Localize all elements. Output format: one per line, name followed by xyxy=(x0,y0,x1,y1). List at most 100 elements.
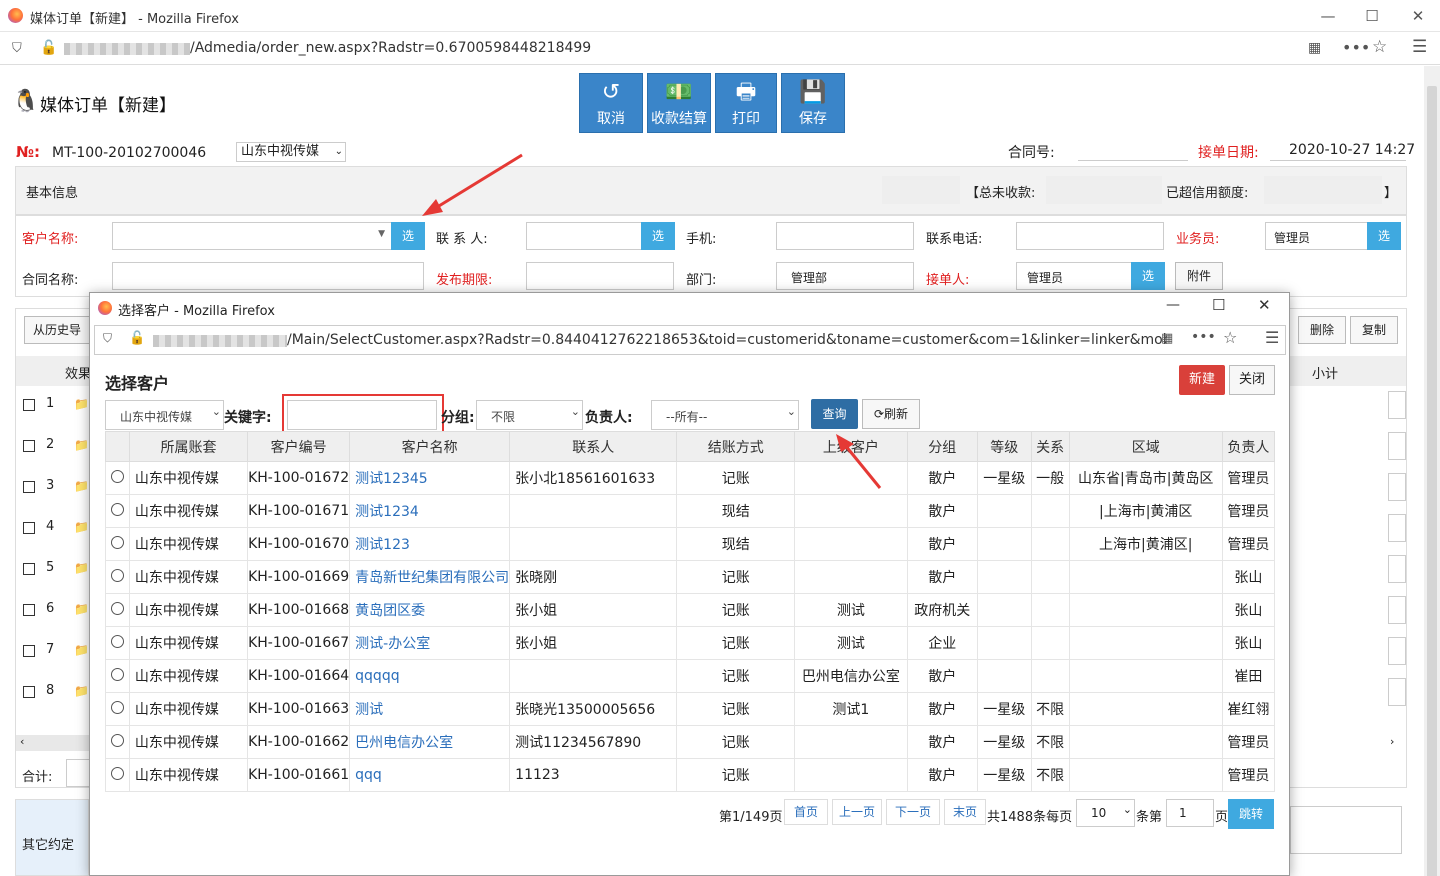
folder-icon[interactable]: 📁 xyxy=(74,602,89,616)
cell-name[interactable]: 测试123 xyxy=(349,527,511,561)
row-radio[interactable] xyxy=(110,766,124,780)
outer-url-bar[interactable]: ⛉ 🔓 /Admedia/order_new.aspx?Radstr=0.670… xyxy=(0,33,1440,65)
row-radio-cell[interactable] xyxy=(105,494,130,528)
receiver-input[interactable]: 管理员 xyxy=(1016,262,1132,290)
maximize-icon[interactable]: ☐ xyxy=(1362,6,1382,26)
popup-minimize-icon[interactable]: — xyxy=(1166,297,1180,313)
qr-code-icon[interactable]: ▦ xyxy=(1308,40,1321,56)
dept-select[interactable]: 管理部 xyxy=(776,262,914,290)
folder-icon[interactable]: 📁 xyxy=(74,397,89,411)
menu-icon[interactable]: ☰ xyxy=(1265,328,1279,347)
owner-select[interactable]: --所有-- ⌄ xyxy=(651,400,799,430)
save-button[interactable]: 💾 保存 xyxy=(781,73,845,133)
row-input[interactable] xyxy=(1388,555,1406,583)
row-checkbox[interactable] xyxy=(23,399,35,411)
row-checkbox[interactable] xyxy=(23,563,35,575)
customer-row[interactable]: 山东中视传媒 KH-100-01663 测试 张晓光13500005656 记账 测试1 散… xyxy=(105,692,1276,726)
history-import-button[interactable]: 从历史导 xyxy=(24,316,90,344)
row-radio-cell[interactable] xyxy=(105,725,130,759)
column-header[interactable]: 负责人 xyxy=(1221,431,1276,462)
row-radio[interactable] xyxy=(110,568,124,582)
shield-icon[interactable]: ⛉ xyxy=(12,41,22,56)
row-radio[interactable] xyxy=(110,469,124,483)
mobile-input[interactable] xyxy=(776,222,914,250)
row-radio-cell[interactable] xyxy=(105,560,130,594)
refresh-button[interactable]: ⟳刷新 xyxy=(862,399,920,429)
contract-no-input[interactable] xyxy=(1078,160,1188,161)
minimize-icon[interactable]: — xyxy=(1318,6,1338,26)
sales-select-button[interactable]: 选 xyxy=(1367,222,1401,250)
company-filter-select[interactable]: 山东中视传媒 ⌄ xyxy=(105,400,224,430)
cell-name[interactable]: 青岛新世纪集团有限公司 xyxy=(349,560,511,594)
scroll-right-icon[interactable]: › xyxy=(1390,735,1394,748)
prev-page-button[interactable]: 上一页 xyxy=(832,799,882,825)
row-radio-cell[interactable] xyxy=(105,758,130,792)
folder-icon[interactable]: 📁 xyxy=(74,479,89,493)
h-scrollbar[interactable]: ‹ xyxy=(16,735,90,751)
scroll-thumb[interactable] xyxy=(1427,86,1437,876)
row-input[interactable] xyxy=(1388,514,1406,542)
cell-name[interactable]: 巴州电信办公室 xyxy=(349,725,511,759)
jump-button[interactable]: 跳转 xyxy=(1228,799,1274,829)
new-button[interactable]: 新建 xyxy=(1179,365,1225,395)
copy-button[interactable]: 复制 xyxy=(1350,316,1398,344)
column-header[interactable]: 所属账套 xyxy=(128,431,249,462)
contact-select-button[interactable]: 选 xyxy=(641,222,675,250)
folder-icon[interactable]: 📁 xyxy=(74,643,89,657)
delete-button[interactable]: 删除 xyxy=(1298,316,1346,344)
row-input[interactable] xyxy=(1388,678,1406,706)
column-header[interactable]: 分组 xyxy=(906,431,978,462)
row-radio[interactable] xyxy=(110,700,124,714)
customer-row[interactable]: 山东中视传媒 KH-100-01672 测试12345 张小北18561601633 记… xyxy=(105,461,1276,495)
cell-name[interactable]: 测试 xyxy=(349,692,511,726)
row-input[interactable] xyxy=(1388,637,1406,665)
row-checkbox[interactable] xyxy=(23,481,35,493)
row-radio-cell[interactable] xyxy=(105,659,130,693)
insecure-lock-icon[interactable]: 🔓 xyxy=(40,40,57,56)
page-size-select[interactable]: 10 ⌄ xyxy=(1076,799,1135,827)
contact-input[interactable] xyxy=(526,222,642,250)
more-icon[interactable]: ••• xyxy=(1342,38,1370,57)
cell-name[interactable]: 测试-办公室 xyxy=(349,626,511,660)
row-radio-cell[interactable] xyxy=(105,692,130,726)
customer-row[interactable]: 山东中视传媒 KH-100-01671 测试1234 现结 散户 |上海市|黄浦区 管理员 xyxy=(105,494,1276,528)
folder-icon[interactable]: 📁 xyxy=(74,684,89,698)
popup-url-bar[interactable]: ⛉ 🔓 /Main/SelectCustomer.aspx?Radstr=0.8… xyxy=(94,325,1286,355)
row-checkbox[interactable] xyxy=(23,522,35,534)
row-checkbox[interactable] xyxy=(23,604,35,616)
row-checkbox[interactable] xyxy=(23,645,35,657)
popup-close-icon[interactable]: ✕ xyxy=(1258,296,1271,314)
contract-name-input[interactable] xyxy=(112,262,424,290)
folder-icon[interactable]: 📁 xyxy=(74,561,89,575)
insecure-lock-icon[interactable]: 🔓 xyxy=(129,331,145,346)
bookmark-star-icon[interactable]: ☆ xyxy=(1223,328,1237,347)
receiver-select-button[interactable]: 选 xyxy=(1131,262,1165,290)
row-input[interactable] xyxy=(1388,391,1406,419)
column-header[interactable]: 等级 xyxy=(976,431,1032,462)
more-icon[interactable]: ••• xyxy=(1191,329,1216,345)
cell-name[interactable]: 测试1234 xyxy=(349,494,511,528)
cell-name[interactable]: 黄岛团区委 xyxy=(349,593,511,627)
column-header[interactable]: 客户名称 xyxy=(349,431,511,462)
customer-row[interactable]: 山东中视传媒 KH-100-01662 巴州电信办公室 测试11234567890 记账… xyxy=(105,725,1276,759)
total-input[interactable] xyxy=(66,759,90,787)
shield-icon[interactable]: ⛉ xyxy=(103,331,112,346)
menu-icon[interactable]: ☰ xyxy=(1412,37,1427,57)
attachment-button[interactable]: 附件 xyxy=(1175,262,1223,290)
scroll-left-icon[interactable]: ‹ xyxy=(20,735,24,748)
close-icon[interactable]: ✕ xyxy=(1408,6,1428,26)
row-radio[interactable] xyxy=(110,535,124,549)
customer-row[interactable]: 山东中视传媒 KH-100-01667 测试-办公室 张小姐 记账 测试 企业 张山 xyxy=(105,626,1276,660)
column-header[interactable]: 结账方式 xyxy=(676,431,796,462)
row-checkbox[interactable] xyxy=(23,440,35,452)
column-header[interactable]: 联系人 xyxy=(509,431,678,462)
next-page-button[interactable]: 下一页 xyxy=(886,799,940,825)
customer-select-button[interactable]: 选 xyxy=(391,222,425,250)
close-button[interactable]: 关闭 xyxy=(1229,365,1275,395)
first-page-button[interactable]: 首页 xyxy=(784,799,828,825)
customer-input[interactable]: ▼ xyxy=(112,222,392,250)
cell-name[interactable]: qqq xyxy=(349,758,511,792)
publish-input[interactable] xyxy=(526,262,674,290)
row-input[interactable] xyxy=(1388,596,1406,624)
row-radio[interactable] xyxy=(110,601,124,615)
